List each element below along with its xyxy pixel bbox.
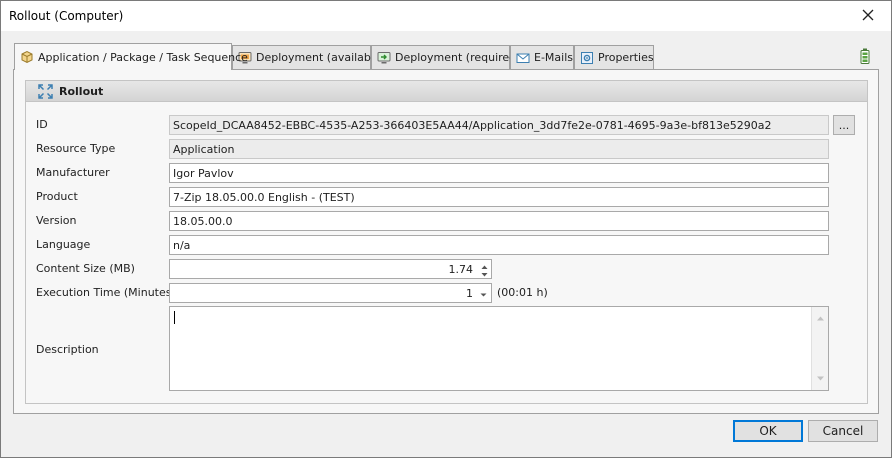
computer-arrow-icon [377, 51, 391, 65]
tab-emails-label: E-Mails [534, 51, 573, 64]
tab-deployment-required-label: Deployment (required) [395, 51, 521, 64]
resource-type-label: Resource Type [36, 142, 116, 155]
group-title: Rollout [59, 85, 104, 98]
content-size-label: Content Size (MB) [36, 262, 135, 275]
id-label: ID [36, 118, 48, 131]
window-title: Rollout (Computer) [9, 9, 124, 23]
expand-arrows-icon [38, 84, 53, 102]
package-icon [20, 50, 34, 64]
tab-properties-label: Properties [598, 51, 654, 64]
scroll-up-icon[interactable] [816, 312, 825, 325]
description-textarea[interactable] [169, 306, 829, 391]
tab-emails[interactable]: E-Mails [510, 45, 574, 69]
id-field[interactable]: ScopeId_DCAA8452-EBBC-4535-A253-366403E5… [169, 115, 829, 135]
language-label: Language [36, 238, 91, 251]
tab-deployment-available-label: Deployment (available) [256, 51, 386, 64]
tab-deployment-required[interactable]: Deployment (required) [371, 45, 520, 69]
id-browse-button[interactable]: ... [833, 115, 855, 135]
content-size-value: 1.74 [448, 263, 474, 276]
title-bar [1, 1, 891, 31]
manufacturer-label: Manufacturer [36, 166, 110, 179]
resource-type-field[interactable]: Application [169, 139, 829, 159]
language-field[interactable]: n/a [169, 235, 829, 255]
version-field[interactable]: 18.05.00.0 [169, 211, 829, 231]
close-icon [862, 9, 874, 21]
tab-application[interactable]: Application / Package / Task Sequence [14, 43, 248, 70]
execution-time-hint: (00:01 h) [497, 286, 548, 299]
tab-application-label: Application / Package / Task Sequence [38, 50, 248, 64]
battery-icon [860, 48, 870, 67]
scroll-down-icon[interactable] [816, 372, 825, 385]
chevron-down-icon[interactable] [479, 289, 488, 302]
product-label: Product [36, 190, 78, 203]
envelope-icon [516, 51, 530, 65]
product-field[interactable]: 7-Zip 18.05.00.0 English - (TEST) [169, 187, 829, 207]
execution-time-label: Execution Time (Minutes) [36, 286, 176, 299]
cancel-button[interactable]: Cancel [808, 420, 878, 442]
version-label: Version [36, 214, 77, 227]
spin-down-icon[interactable] [480, 269, 489, 282]
rollout-group-header [26, 81, 867, 102]
execution-time-value: 1 [466, 287, 473, 300]
ok-button[interactable]: OK [733, 420, 803, 442]
manufacturer-field[interactable]: Igor Pavlov [169, 163, 829, 183]
close-button[interactable] [858, 5, 878, 25]
tab-deployment-available[interactable]: Deployment (available) [232, 45, 385, 69]
content-size-spinner[interactable]: 1.74 [169, 259, 492, 279]
execution-time-dropdown[interactable]: 1 [169, 283, 492, 303]
text-caret [174, 311, 175, 324]
properties-icon [580, 51, 594, 65]
description-label: Description [36, 343, 99, 356]
tab-properties[interactable]: Properties [574, 45, 654, 69]
description-scrollbar[interactable] [811, 307, 828, 390]
